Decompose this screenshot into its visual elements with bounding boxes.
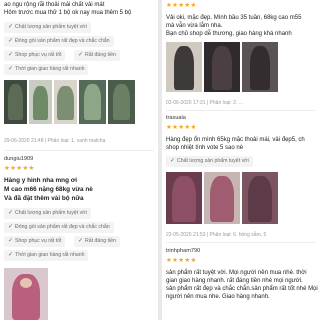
check-icon: ✓	[8, 66, 14, 72]
review-column-right: ★★★★★ Vải oki, mặc đẹp. Mình bầu 35 tuần…	[162, 0, 320, 320]
review-text: Vải oki, mặc đẹp. Mình bầu 35 tuần, 68kg…	[166, 15, 302, 21]
review-tag: ✓ Chất lượng sản phẩm tuyệt vời	[4, 208, 91, 219]
review-text: ao ngu rộng rãi thoải mái chất vải mát	[4, 2, 105, 8]
check-icon: ✓	[8, 38, 14, 44]
check-icon: ✓	[78, 52, 84, 58]
reviewer-name[interactable]: trasuala	[166, 115, 186, 121]
review-photo[interactable]	[242, 172, 278, 224]
check-icon: ✓	[8, 24, 14, 30]
review-photo[interactable]	[54, 80, 77, 124]
review-tag: ✓ Đóng gói sản phẩm rất đẹp và chắc chắn	[4, 222, 114, 233]
review-tag: ✓ Chất lượng sản phẩm tuyệt vời	[4, 22, 91, 33]
review-photo[interactable]	[166, 172, 202, 224]
review-photo[interactable]	[108, 80, 135, 124]
review-text: shop nhiệt tình vote 5 sao nè	[166, 145, 244, 151]
rating-stars: ★★★★★	[166, 2, 197, 9]
review-text: sản phẩm rất tuyệt vời. Mọi người nên mu…	[166, 270, 307, 276]
review-tag: ✓ Rất đáng tiền	[74, 236, 120, 247]
review-photo[interactable]	[204, 42, 240, 92]
review-text: Bạn chủ shop dễ thương, giao hàng khá nh…	[166, 31, 292, 37]
review-photo[interactable]	[4, 268, 48, 320]
rating-stars: ★★★★★	[4, 165, 35, 172]
check-icon: ✓	[8, 52, 14, 58]
reviewer-name[interactable]: trinhpham790	[166, 248, 200, 254]
check-icon: ✓	[78, 238, 84, 244]
review-tag: ✓ Chất lượng sản phẩm tuyệt vời	[166, 156, 253, 167]
check-icon: ✓	[8, 210, 14, 216]
review-tag: ✓ Thời gian giao hàng rất nhanh	[4, 250, 89, 261]
review-column-left: ao ngu rộng rãi thoải mái chất vải mát H…	[0, 0, 158, 320]
review-tag: ✓ Rất đáng tiền	[74, 50, 120, 61]
review-text: Hàng y hình nha mng ơi	[4, 177, 78, 184]
review-text: M cao m66 nặng 68kg vừa nè	[4, 186, 93, 193]
check-icon: ✓	[8, 224, 14, 230]
rating-stars: ★★★★★	[166, 124, 197, 131]
review-text: Hàng đẹp ổn mình 65kg mặc thoải mái, vải…	[166, 137, 305, 143]
divider	[4, 150, 154, 151]
review-photo[interactable]	[79, 80, 106, 124]
review-tag: ✓ Shop phục vụ rất tốt	[4, 50, 66, 61]
review-tag: ✓ Shop phục vụ rất tốt	[4, 236, 66, 247]
review-photo[interactable]	[204, 172, 240, 224]
review-photo[interactable]	[4, 80, 27, 124]
review-text: Và đã đặt thêm vài bộ nữa	[4, 195, 84, 202]
check-icon: ✓	[170, 158, 176, 164]
divider	[166, 242, 316, 243]
divider	[166, 110, 316, 111]
review-meta: 02-06-2020 17:31 | Phân loại: 2. ...	[166, 100, 243, 106]
review-photo[interactable]	[242, 42, 278, 92]
review-photo[interactable]	[166, 42, 202, 92]
reviewer-name[interactable]: dungiu1909	[4, 156, 33, 162]
review-photo[interactable]	[29, 80, 52, 124]
check-icon: ✓	[8, 238, 14, 244]
review-tag: ✓ Thời gian giao hàng rất nhanh	[4, 64, 89, 75]
review-text: sản phẩm rất đẹp và chắc chắn.sản phẩm r…	[166, 286, 318, 292]
review-text: gian giao hàng nhanh. rất đáng tiền nhé …	[166, 278, 303, 284]
check-icon: ✓	[8, 252, 14, 258]
review-meta: 29-06-2020 21:48 | Phân loại: 1. xanh ma…	[4, 138, 106, 144]
rating-stars: ★★★★★	[166, 257, 197, 264]
review-meta: 22-05-2020 21:53 | Phân loại: 6. hồng sẫ…	[166, 232, 267, 238]
review-text: người nên mua nhe. Giao hàng nhanh.	[166, 294, 270, 300]
review-text: Hôm trước mua thử 1 bộ ok nay mua thêm 5…	[4, 10, 132, 16]
review-tag: ✓ Đóng gói sản phẩm rất đẹp và chắc chắn	[4, 36, 114, 47]
review-text: mà vẫn vừa lắm nha.	[166, 23, 223, 29]
